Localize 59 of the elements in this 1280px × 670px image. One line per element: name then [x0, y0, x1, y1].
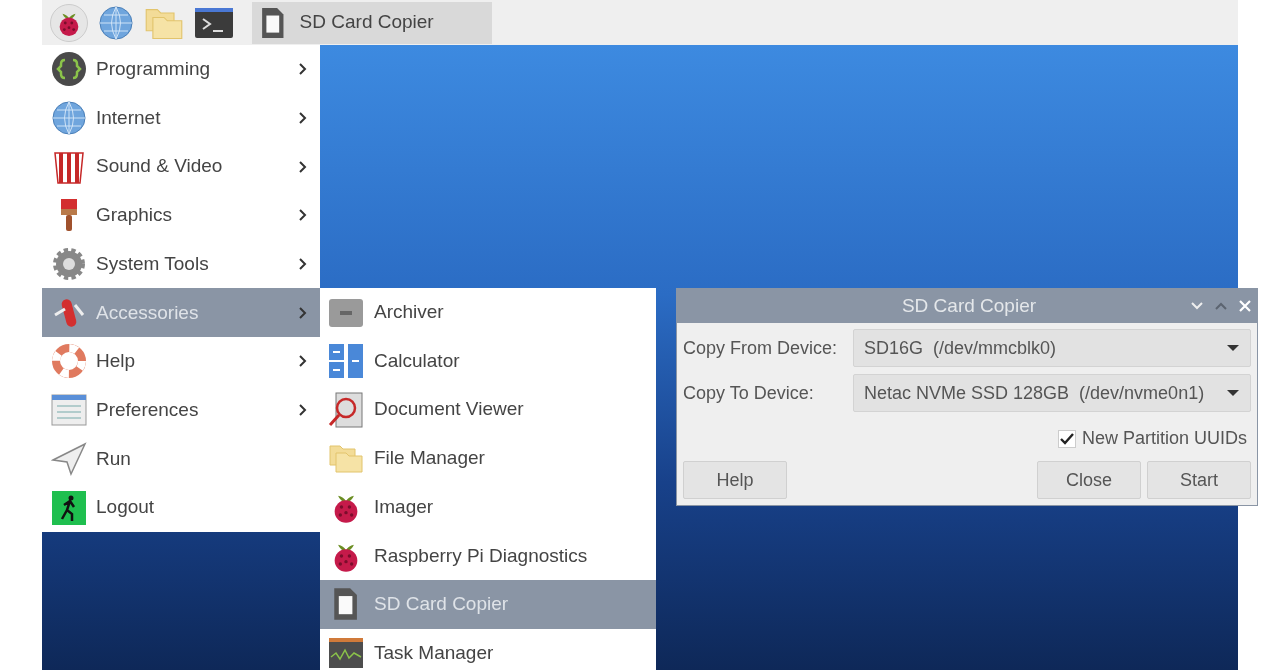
menu-item[interactable]: Document Viewer: [320, 385, 656, 435]
menu-item[interactable]: Imager: [320, 482, 656, 532]
menu-item[interactable]: Help: [42, 337, 320, 386]
dialog-button[interactable]: Start: [1147, 461, 1251, 499]
menu-item[interactable]: File Manager: [320, 434, 656, 483]
settings-icon: [51, 394, 87, 427]
taskbar-task-button[interactable]: SD Card Copier: [252, 1, 492, 44]
checkbox[interactable]: [1057, 429, 1076, 448]
menu-item[interactable]: Raspberry Pi Diagnostics: [320, 531, 656, 581]
maximize-icon[interactable]: [1215, 302, 1227, 310]
chevron-right-icon: [298, 305, 308, 320]
close-icon[interactable]: [1239, 300, 1251, 312]
field-label: Copy To Device:: [683, 381, 815, 405]
menu-item[interactable]: Archiver: [320, 288, 656, 337]
menu-item[interactable]: Internet: [42, 93, 320, 143]
sd-card-icon: [332, 587, 360, 622]
menu-item[interactable]: Task Manager: [320, 628, 656, 670]
minimize-icon[interactable]: [1191, 302, 1203, 310]
chevron-right-icon: [298, 208, 308, 223]
chevron-right-icon: [298, 257, 308, 272]
checkbox-label: New Partition UUIDs: [1081, 427, 1247, 450]
braces-icon: [51, 51, 87, 88]
caret-down-icon: [1226, 389, 1240, 397]
menu-item[interactable]: Programming: [42, 45, 320, 94]
chevron-right-icon: [298, 111, 308, 126]
menu-item[interactable]: System Tools: [42, 239, 320, 289]
terminal-icon: [194, 6, 234, 39]
lifebuoy-icon: [51, 343, 87, 380]
chevron-right-icon: [298, 403, 308, 418]
magnifier-document-icon: [328, 391, 364, 428]
menu-item[interactable]: Calculator: [320, 336, 656, 386]
menu-item[interactable]: Logout: [42, 483, 320, 532]
terminal-launcher-button[interactable]: [194, 6, 234, 39]
menu-item[interactable]: Graphics: [42, 191, 320, 240]
calculator-icon: [328, 343, 364, 380]
globe-icon: [51, 100, 87, 137]
field-label: Copy From Device:: [683, 336, 839, 360]
chart-window-icon: [328, 637, 364, 670]
gear-icon: [51, 246, 87, 283]
menu-item[interactable]: Run: [42, 434, 320, 484]
running-person-icon: [52, 490, 86, 525]
device-dropdown[interactable]: SD16G (/dev/mmcblk0): [853, 329, 1251, 367]
chevron-right-icon: [298, 62, 308, 77]
dialog-button[interactable]: Help: [683, 461, 787, 499]
browser-launcher-button[interactable]: [98, 4, 134, 41]
chevron-right-icon: [298, 159, 308, 174]
device-dropdown[interactable]: Netac NVMe SSD 128GB (/dev/nvme0n1): [853, 374, 1251, 412]
globe-icon: [98, 4, 134, 41]
caret-down-icon: [1226, 344, 1240, 352]
chevron-right-icon: [298, 354, 308, 369]
menu-item[interactable]: Preferences: [42, 385, 320, 435]
menu-item[interactable]: Sound & Video: [42, 142, 320, 192]
window-title: SD Card Copier: [900, 293, 1038, 318]
dialog-button[interactable]: Close: [1037, 461, 1141, 499]
raspberry-menu-button[interactable]: [50, 3, 88, 42]
check-icon: [1059, 432, 1074, 445]
paper-plane-icon: [51, 441, 87, 476]
sd-card-icon: [260, 6, 286, 39]
archive-icon: [328, 296, 364, 329]
